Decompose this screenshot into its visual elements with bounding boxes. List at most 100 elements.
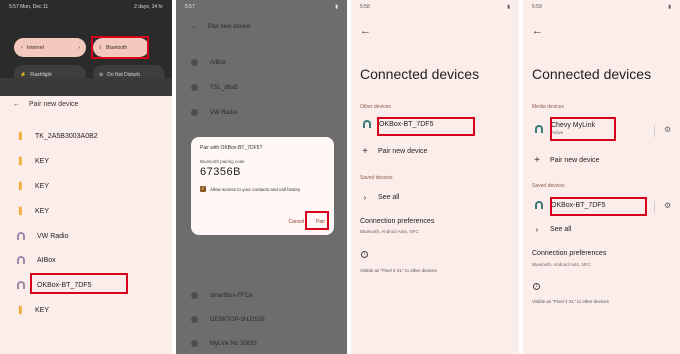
- headphones-icon: [191, 316, 198, 323]
- see-all-row[interactable]: › See all: [532, 225, 572, 234]
- status-bar: 5:59 ▮: [523, 0, 680, 14]
- dnd-icon: ⊖: [99, 71, 104, 78]
- status-time: 5:58: [360, 4, 370, 10]
- headphones-icon: [191, 84, 198, 91]
- device-row[interactable]: ❚ KEY: [17, 155, 49, 167]
- chevron-right-icon: ›: [78, 44, 80, 51]
- device-row[interactable]: ❚ KEY: [17, 304, 49, 316]
- device-name: AIBox: [210, 59, 227, 66]
- battery-icon: ▮: [335, 4, 338, 10]
- status-bar: 5:58 ▮: [351, 0, 519, 14]
- bluetooth-icon: ❚: [17, 305, 24, 314]
- status-time: 5:57 Mon, Dec 11: [9, 4, 49, 10]
- device-name: TSL_d6a5: [210, 84, 238, 91]
- pair-new-device-header: ← Pair new device: [0, 96, 172, 112]
- gear-icon[interactable]: ⚙: [664, 125, 671, 134]
- cancel-button[interactable]: Cancel: [289, 219, 305, 225]
- panel-connected-devices-1: 5:58 ▮ ← Connected devices Other devices…: [351, 0, 519, 354]
- pair-new-device-label: Pair new device: [550, 157, 600, 164]
- chevy-highlight-box: [550, 117, 616, 141]
- gear-icon[interactable]: ⚙: [664, 201, 671, 210]
- device-row[interactable]: TSL_d6a5: [191, 84, 238, 91]
- pair-new-device-header: ← Pair new device: [191, 24, 250, 30]
- connection-preferences-sub: Bluetooth, Android Auto, NFC: [532, 262, 591, 267]
- back-arrow-icon[interactable]: ←: [532, 25, 543, 37]
- back-arrow-icon[interactable]: ←: [191, 24, 197, 30]
- headphones-icon: [17, 281, 25, 289]
- headphones-icon: [191, 292, 198, 299]
- back-arrow-icon[interactable]: ←: [360, 25, 371, 37]
- device-row[interactable]: MyLink No 30833: [191, 340, 257, 347]
- device-name: MyLink No 30833: [210, 340, 257, 347]
- okbox-highlight-box: [377, 117, 475, 136]
- battery-status: 2 days, 14 hr: [134, 4, 163, 10]
- page-title: Connected devices: [532, 66, 652, 82]
- pairing-code-label: Bluetooth pairing code: [200, 159, 245, 164]
- device-name: VW Radio: [210, 109, 238, 116]
- bluetooth-icon: ❚: [17, 131, 24, 140]
- pairing-code: 67356B: [200, 166, 241, 178]
- media-devices-section: Media devices: [532, 104, 564, 110]
- internet-tile-label: Internet: [27, 44, 44, 51]
- see-all-label: See all: [550, 226, 572, 233]
- chevron-right-icon: ›: [535, 225, 539, 234]
- bluetooth-icon: ❚: [17, 156, 24, 165]
- headphones-icon: [17, 232, 25, 240]
- chevron-right-icon: ›: [363, 193, 367, 202]
- headphones-icon: [363, 120, 371, 128]
- bluetooth-highlight-box: [91, 36, 149, 59]
- page-title: Connected devices: [360, 66, 480, 82]
- device-row[interactable]: smartBox-FFCa: [191, 292, 252, 299]
- pair-new-device-row[interactable]: + Pair new device: [360, 146, 427, 157]
- divider: [654, 201, 655, 213]
- saved-devices-section: Saved devices: [532, 183, 565, 189]
- internet-tile[interactable]: ◔ Internet ›: [14, 38, 86, 57]
- device-row[interactable]: ❚ KEY: [17, 180, 49, 192]
- flashlight-icon: ⚡: [20, 71, 27, 78]
- device-name: KEY: [35, 306, 50, 314]
- visible-as-text: Visible as "Pixel 4 XL" to other devices: [532, 299, 609, 304]
- bluetooth-icon: ❚: [17, 206, 24, 215]
- contacts-access-checkbox-row[interactable]: ✓ Allow access to your contacts and call…: [200, 186, 325, 192]
- checkbox[interactable]: ✓: [200, 186, 206, 192]
- see-all-label: See all: [378, 194, 400, 201]
- status-bar: 5:57 Mon, Dec 11 2 days, 14 hr: [0, 0, 172, 14]
- okbox-highlight-box: [30, 273, 128, 294]
- battery-icon: ▮: [668, 4, 671, 10]
- info-icon: i: [533, 283, 540, 290]
- see-all-row[interactable]: › See all: [360, 193, 400, 202]
- device-row[interactable]: AIBox: [17, 254, 56, 266]
- device-name: smartBox-FFCa: [210, 292, 253, 299]
- device-name: KEY: [35, 157, 50, 165]
- device-row[interactable]: ❚ KEY: [17, 205, 49, 217]
- pair-new-device-row[interactable]: + Pair new device: [532, 155, 599, 166]
- saved-devices-section: Saved devices: [360, 175, 393, 181]
- device-row[interactable]: DESKTOP-5HJ2539: [191, 316, 265, 323]
- device-row[interactable]: AIBox: [191, 59, 226, 66]
- pair-new-device-label: Pair new device: [378, 148, 428, 155]
- device-row[interactable]: VW Radio: [191, 109, 237, 116]
- shade-bottom: [0, 78, 172, 96]
- plus-icon: +: [534, 155, 540, 166]
- device-row[interactable]: ❚ TK_2A5B3003A0B2: [17, 130, 98, 142]
- device-row[interactable]: VW Radio: [17, 230, 69, 242]
- connection-preferences-title[interactable]: Connection preferences: [532, 250, 606, 257]
- device-name: KEY: [35, 207, 50, 215]
- headphones-icon: [535, 201, 543, 209]
- device-name: KEY: [35, 182, 50, 190]
- headphones-icon: [535, 124, 543, 133]
- page-title: Pair new device: [29, 100, 79, 108]
- connection-preferences-title[interactable]: Connection preferences: [360, 218, 434, 225]
- divider: [654, 125, 655, 137]
- okbox-highlight-box: [550, 197, 647, 216]
- panel-pairing-dialog: 5:57 ▮ ← Pair new device AIBox TSL_d6a5 VW…: [176, 0, 347, 354]
- visible-as-text: Visible as "Pixel 4 XL" to other devices: [360, 268, 437, 273]
- quick-settings-shade: 5:57 Mon, Dec 11 2 days, 14 hr ◔ Interne…: [0, 0, 172, 84]
- status-time: 5:59: [532, 4, 542, 10]
- status-bar: 5:57 ▮: [176, 0, 347, 14]
- back-arrow-icon[interactable]: ←: [13, 101, 20, 108]
- other-devices-section: Other devices: [360, 104, 391, 110]
- bluetooth-icon: ❚: [17, 181, 24, 190]
- dialog-title: Pair with OKBox-BT_7DF5?: [200, 145, 263, 151]
- device-name: VW Radio: [37, 232, 69, 240]
